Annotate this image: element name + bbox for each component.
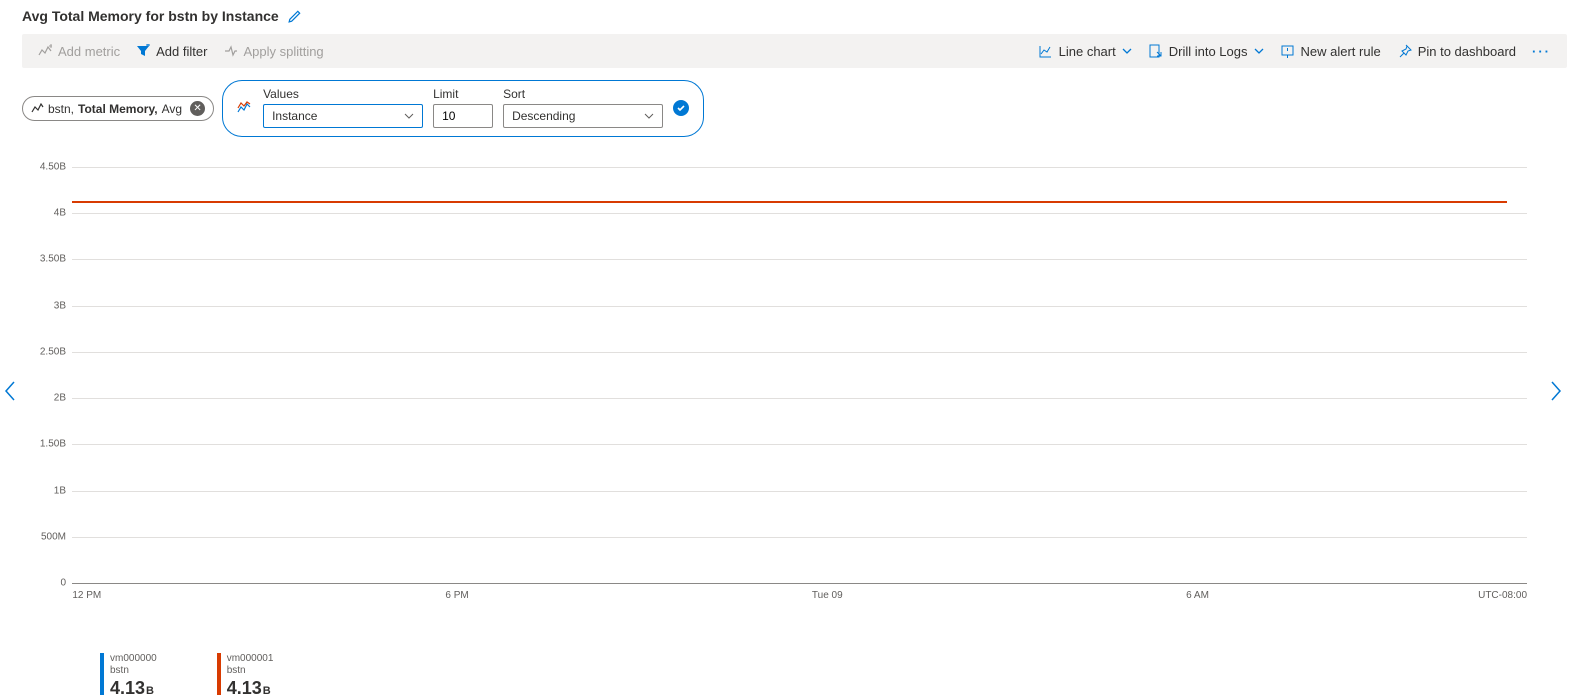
add-filter-button[interactable]: Add filter [128, 34, 215, 68]
splitting-icon [223, 44, 237, 58]
next-chart-icon[interactable] [1549, 380, 1563, 402]
y-tick-label: 500M [41, 531, 66, 542]
chevron-down-icon [644, 111, 654, 121]
metric-agg: Avg [162, 102, 182, 116]
chevron-down-icon [404, 111, 414, 121]
limit-input[interactable] [433, 104, 493, 128]
metric-name: Total Memory, [78, 102, 158, 116]
values-field-label: Values [263, 87, 423, 101]
chevron-down-icon [1122, 46, 1132, 56]
series-line [72, 201, 1507, 203]
add-metric-icon [38, 44, 52, 58]
logs-icon [1148, 44, 1163, 59]
x-tick-label: 12 PM [72, 590, 101, 601]
chart-area: 4.50B4B3.50B3B2.50B2B1.50B1B500M0 12 PM6… [46, 167, 1527, 587]
y-tick-label: 0 [60, 578, 66, 589]
pin-button[interactable]: Pin to dashboard [1389, 34, 1524, 68]
chevron-down-icon [1254, 46, 1264, 56]
add-metric-label: Add metric [58, 44, 120, 59]
pin-icon [1397, 44, 1412, 59]
sort-select[interactable]: Descending [503, 104, 663, 128]
new-alert-label: New alert rule [1301, 44, 1381, 59]
sort-field-label: Sort [503, 87, 663, 101]
legend-series-name: vm000001 [227, 653, 274, 665]
edit-title-icon[interactable] [287, 9, 302, 24]
filter-icon [136, 44, 150, 58]
remove-metric-icon[interactable]: ✕ [190, 101, 205, 116]
chart-type-button[interactable]: Line chart [1030, 34, 1140, 68]
legend-item[interactable]: vm000000bstn4.13B [100, 653, 157, 699]
legend-series-name: vm000000 [110, 653, 157, 665]
timezone-label: UTC-08:00 [1478, 590, 1527, 601]
apply-split-icon[interactable] [673, 100, 689, 116]
legend-unit: B [263, 685, 271, 697]
y-tick-label: 4.50B [40, 162, 66, 173]
sort-selected: Descending [512, 109, 575, 123]
new-alert-button[interactable]: New alert rule [1272, 34, 1389, 68]
chart-toolbar: Add metric Add filter Apply splitting Li… [22, 34, 1567, 68]
legend-resource: bstn [227, 665, 274, 677]
drill-logs-label: Drill into Logs [1169, 44, 1248, 59]
legend-resource: bstn [110, 665, 157, 677]
y-tick-label: 3B [54, 300, 66, 311]
splitting-config: Values Instance Limit Sort Descending [222, 80, 704, 137]
metric-pill[interactable]: bstn, Total Memory, Avg ✕ [22, 96, 214, 121]
split-series-icon [237, 101, 253, 115]
y-tick-label: 4B [54, 208, 66, 219]
x-tick-label: 6 PM [445, 590, 468, 601]
y-tick-label: 3.50B [40, 254, 66, 265]
x-axis [72, 583, 1527, 584]
apply-splitting-label: Apply splitting [243, 44, 323, 59]
alert-icon [1280, 44, 1295, 59]
y-tick-label: 1B [54, 485, 66, 496]
x-tick-label: 6 AM [1186, 590, 1209, 601]
x-tick-label: Tue 09 [812, 590, 843, 601]
chart-type-label: Line chart [1059, 44, 1116, 59]
line-chart-icon [1038, 44, 1053, 59]
metric-resource: bstn, [48, 102, 74, 116]
add-filter-label: Add filter [156, 44, 207, 59]
more-button[interactable]: ··· [1524, 34, 1559, 68]
metric-icon [31, 103, 44, 114]
limit-field-label: Limit [433, 87, 493, 101]
pin-label: Pin to dashboard [1418, 44, 1516, 59]
y-tick-label: 2B [54, 393, 66, 404]
values-select[interactable]: Instance [263, 104, 423, 128]
apply-splitting-button[interactable]: Apply splitting [215, 34, 331, 68]
drill-logs-button[interactable]: Drill into Logs [1140, 34, 1272, 68]
values-selected: Instance [272, 109, 317, 123]
add-metric-button[interactable]: Add metric [30, 34, 128, 68]
prev-chart-icon[interactable] [3, 380, 17, 402]
legend-item[interactable]: vm000001bstn4.13B [217, 653, 274, 699]
y-tick-label: 1.50B [40, 439, 66, 450]
legend-unit: B [146, 685, 154, 697]
page-title: Avg Total Memory for bstn by Instance [22, 8, 279, 24]
y-tick-label: 2.50B [40, 346, 66, 357]
